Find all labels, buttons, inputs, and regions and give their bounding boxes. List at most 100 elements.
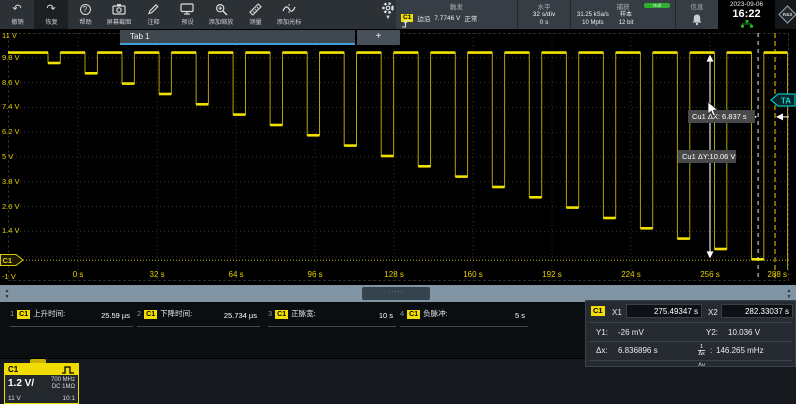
info-section[interactable]: 信息: [676, 0, 718, 29]
brand-logo: R&S: [775, 0, 796, 29]
redo-icon: ↷: [46, 2, 55, 16]
c1-marker-text: C1: [3, 256, 13, 265]
add-zoom-button[interactable]: 添加缩放: [204, 0, 238, 29]
svg-text:288 s: 288 s: [767, 270, 787, 279]
channel-c1-box[interactable]: C1 1.2 V/ 700 MHz DC 1MΩ 11 V 10:1: [4, 359, 80, 404]
y-axis-tick-label: 5 V: [2, 152, 13, 161]
svg-text:128 s: 128 s: [384, 270, 404, 279]
roll-indicator: Roll: [644, 3, 670, 8]
trigger-level: 7.7746 V: [434, 15, 460, 22]
add-cursor-button[interactable]: 添加光标: [272, 0, 306, 29]
scroll-arrows-right[interactable]: ▲▼: [783, 286, 795, 301]
trigger-level-marker[interactable]: TA: [770, 93, 796, 107]
bell-icon: [676, 13, 718, 26]
measurement-value: 5 s: [515, 311, 525, 320]
svg-text:256 s: 256 s: [700, 270, 720, 279]
scroll-arrows-left[interactable]: ▲▼: [1, 286, 13, 301]
measurement-index: 3: [268, 309, 272, 318]
help-label: 帮助: [79, 16, 91, 26]
svg-text:96 s: 96 s: [308, 270, 323, 279]
measurement-label: 负脉冲:: [423, 309, 448, 318]
measurement-source-badge: C1: [17, 310, 30, 319]
zoom-icon: [215, 2, 228, 16]
screenshot-button[interactable]: 屏幕截图: [102, 0, 136, 29]
undo-label: 撤销: [11, 16, 23, 26]
time-display: 16:22: [718, 9, 775, 20]
cursor-dy-tooltip: Cu1 ΔY:10.06 V: [678, 150, 736, 163]
y-axis-tick-label: 1.4 V: [2, 226, 20, 235]
channel-c1-marker[interactable]: C1: [0, 254, 24, 266]
trigger-mode: 正常: [464, 13, 477, 23]
svg-text:0 s: 0 s: [73, 270, 84, 279]
y-axis-tick-label: -1 V: [2, 272, 16, 281]
help-icon: ?: [80, 2, 91, 16]
settings-button[interactable]: ▼: [378, 1, 398, 28]
trigger-slope-icon: [401, 19, 411, 28]
svg-text:32 s: 32 s: [150, 270, 165, 279]
cursor-x2-value[interactable]: 282.33037 s: [721, 304, 793, 318]
channel-scale: 1.2 V/: [8, 378, 34, 389]
clock[interactable]: 2023-09-06 16:22: [718, 0, 775, 29]
help-button[interactable]: ? 帮助: [68, 0, 102, 29]
preset-button[interactable]: 预设: [170, 0, 204, 29]
cursor-dy-partial: Δy: [698, 363, 705, 367]
cursor-dx-value: 6.836896 s: [618, 346, 658, 355]
channel-probe: 10:1: [62, 395, 75, 402]
trigger-title: 触发: [396, 0, 517, 11]
cursor-x1-label: X1: [612, 308, 622, 317]
acquisition-status[interactable]: 捕获 Roll 31.25 kSa/s 10 Mpts 样本 12 bit: [571, 0, 675, 29]
network-icon: [718, 20, 775, 28]
measurement-label: 正脉宽:: [291, 309, 316, 318]
add-tab-button[interactable]: +: [357, 30, 400, 45]
cursor-results-panel[interactable]: C1 X1 275.49347 s X2 282.33037 s Y1: -26…: [585, 300, 796, 367]
svg-text:64 s: 64 s: [229, 270, 244, 279]
horizontal-title: 水平: [518, 0, 570, 11]
measure-button[interactable]: 测量: [238, 0, 272, 29]
sample-rate: 31.25 kSa/s: [577, 11, 609, 19]
annotate-button[interactable]: 注释: [136, 0, 170, 29]
chevron-down-icon: ▼: [378, 15, 398, 21]
gear-icon: [378, 1, 398, 15]
measurement-item[interactable]: 3C1正脉宽: 10 s: [268, 308, 396, 327]
status-bar: 触发 C1 边沿 7.7746 V 正常 水平 32 s/div 0 s 捕获 …: [396, 0, 796, 29]
scrollbar-handle[interactable]: ·····: [362, 287, 430, 300]
measure-icon: [249, 2, 262, 16]
measurement-value: 25.59 µs: [101, 311, 130, 320]
measurement-index: 1: [10, 309, 14, 318]
y-axis-tick-label: 6.2 V: [2, 127, 20, 136]
measurement-value: 25.734 µs: [224, 311, 257, 320]
measurement-source-badge: C1: [275, 310, 288, 319]
svg-text:192 s: 192 s: [542, 270, 562, 279]
preset-icon: [180, 2, 194, 16]
horizontal-scale: 32 s/div: [518, 11, 570, 19]
undo-button[interactable]: ↶ 撤销: [0, 0, 34, 29]
cursor-y2-value: 10.036 V: [728, 328, 760, 337]
preset-label: 预设: [181, 16, 193, 26]
measurement-item[interactable]: 4C1负脉冲:5 s: [400, 308, 528, 327]
measurement-label: 上升时间:: [33, 309, 65, 318]
y-axis-tick-label: 9.8 V: [2, 53, 20, 62]
cursor-dx-label: Δx:: [596, 346, 608, 355]
measurement-item[interactable]: 1C1上升时间: 25.59 µs: [10, 308, 133, 327]
horizontal-status[interactable]: 水平 32 s/div 0 s: [518, 0, 570, 29]
tab-tab1[interactable]: Tab 1: [120, 30, 355, 45]
annotate-label: 注释: [147, 16, 159, 26]
channel-position: 11 V: [8, 395, 21, 402]
redo-button[interactable]: ↷ 恢复: [34, 0, 68, 29]
cursor-x1-value[interactable]: 275.49347 s: [626, 304, 702, 318]
trigger-status[interactable]: 触发 C1 边沿 7.7746 V 正常: [396, 0, 517, 29]
measurement-item[interactable]: 2C1下降时间:25.734 µs: [137, 308, 260, 327]
screenshot-label: 屏幕截图: [107, 16, 132, 26]
add-cursor-label: 添加光标: [277, 16, 302, 26]
cursor-y1-value: -26 mV: [618, 328, 644, 337]
info-title: 信息: [676, 0, 718, 11]
undo-icon: ↶: [12, 2, 21, 16]
add-zoom-label: 添加缩放: [209, 16, 234, 26]
rs-logo-icon: R&S: [778, 5, 796, 23]
measurement-value: 10 s: [379, 311, 393, 320]
waveform-display[interactable]: 0 s32 s64 s96 s128 s160 s192 s224 s256 s…: [0, 29, 796, 285]
camera-icon: [112, 2, 126, 16]
trigger-kind: 边沿: [417, 13, 430, 23]
channel-name: C1: [8, 365, 18, 374]
measure-label: 测量: [249, 16, 261, 26]
